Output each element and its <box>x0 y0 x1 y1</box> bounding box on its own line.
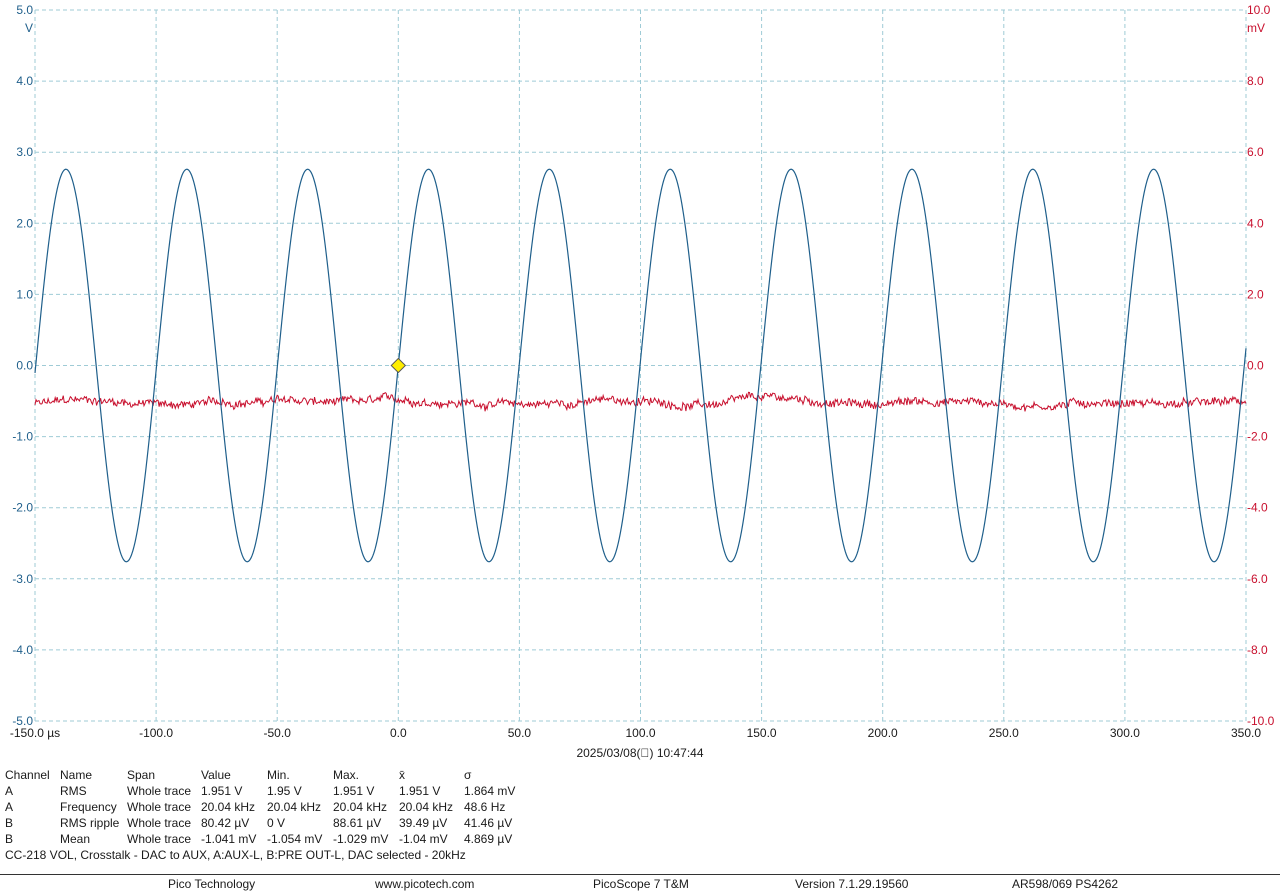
right-tick-label: -2.0 <box>1247 430 1268 444</box>
cell-span: Whole trace <box>127 784 192 798</box>
header-name: Name <box>60 768 93 782</box>
x-tick-label: 0.0 <box>390 726 407 740</box>
cell-max: -1.029 mV <box>333 832 389 846</box>
right-tick-label: 6.0 <box>1247 145 1264 159</box>
right-tick-label: 8.0 <box>1247 74 1264 88</box>
right-tick-label: 0.0 <box>1247 359 1264 373</box>
footer-company: Pico Technology <box>168 877 256 891</box>
cell-value: 1.951 V <box>201 784 243 798</box>
right-tick-label: -8.0 <box>1247 643 1268 657</box>
header-max: Max. <box>333 768 360 782</box>
cell-min: 20.04 kHz <box>267 800 322 814</box>
cell-value: 20.04 kHz <box>201 800 256 814</box>
right-tick-label: -4.0 <box>1247 501 1268 515</box>
header-mean: x̄ <box>399 768 405 782</box>
right-unit-label: mV <box>1247 21 1265 35</box>
cell-name: Mean <box>60 832 91 846</box>
cell-min: -1.054 mV <box>267 832 323 846</box>
header-min: Min. <box>267 768 290 782</box>
footer-product: PicoScope 7 T&M <box>593 877 689 891</box>
right-tick-label: 2.0 <box>1247 287 1264 301</box>
header-sigma: σ <box>464 768 472 782</box>
cell-sigma: 48.6 Hz <box>464 800 506 814</box>
cell-channel: B <box>5 816 14 830</box>
cell-value: -1.041 mV <box>201 832 257 846</box>
cell-name: Frequency <box>60 800 117 814</box>
footer-website[interactable]: www.picotech.com <box>375 877 474 891</box>
right-tick-label: 4.0 <box>1247 216 1264 230</box>
left-tick-label: 2.0 <box>16 216 33 230</box>
footer-device: AR598/069 PS4262 <box>1012 877 1119 891</box>
cell-min: 1.95 V <box>267 784 302 798</box>
cell-mean: 39.49 µV <box>399 816 448 830</box>
cell-channel: A <box>5 784 14 798</box>
cell-name: RMS ripple <box>60 816 120 830</box>
x-tick-label: -50.0 <box>264 726 292 740</box>
left-unit-label: V <box>25 21 33 35</box>
footer-version: Version 7.1.29.19560 <box>795 877 909 891</box>
x-tick-label: -150.0 µs <box>10 726 60 740</box>
x-tick-label: 50.0 <box>508 726 532 740</box>
left-tick-label: 3.0 <box>16 145 33 159</box>
left-tick-label: 0.0 <box>16 359 33 373</box>
cell-span: Whole trace <box>127 832 192 846</box>
table-row[interactable]: A Frequency Whole trace 20.04 kHz 20.04 … <box>5 799 534 815</box>
x-tick-label: 100.0 <box>625 726 655 740</box>
table-row[interactable]: A RMS Whole trace 1.951 V 1.95 V 1.951 V… <box>5 783 534 799</box>
cell-sigma: 41.46 µV <box>464 816 513 830</box>
x-tick-label: -100.0 <box>139 726 173 740</box>
trigger-marker[interactable] <box>390 357 407 374</box>
x-tick-label: 250.0 <box>989 726 1019 740</box>
cell-channel: B <box>5 832 14 846</box>
left-tick-label: 4.0 <box>16 74 33 88</box>
x-tick-label: 150.0 <box>747 726 777 740</box>
cell-channel: A <box>5 800 14 814</box>
cell-mean: 20.04 kHz <box>399 800 454 814</box>
left-tick-label: -4.0 <box>12 643 33 657</box>
left-tick-label: 5.0 <box>16 3 33 17</box>
footer: Pico Technology www.picotech.com PicoSco… <box>0 874 1280 891</box>
measurements-header: Channel Name Span Value Min. Max. x̄ σ <box>5 767 534 783</box>
header-span: Span <box>127 768 156 782</box>
left-tick-label: -3.0 <box>12 572 33 586</box>
header-value: Value <box>201 768 231 782</box>
right-tick-label: 10.0 <box>1247 3 1271 17</box>
left-tick-label: -2.0 <box>12 501 33 515</box>
capture-caption: CC-218 VOL, Crosstalk - DAC to AUX, A:AU… <box>5 848 466 862</box>
x-axis: -150.0 µs -100.0 -50.0 0.0 50.0 100.0 150.0 200… <box>10 726 1261 740</box>
measurements-table: Channel Name Span Value Min. Max. x̄ σ A… <box>5 767 534 847</box>
right-tick-label: -6.0 <box>1247 572 1268 586</box>
cell-sigma: 4.869 µV <box>464 832 513 846</box>
cell-max: 20.04 kHz <box>333 800 388 814</box>
cell-mean: 1.951 V <box>399 784 441 798</box>
timestamp: 2025/03/08( ) 10:47:44 <box>576 746 704 760</box>
table-row[interactable]: B Mean Whole trace -1.041 mV -1.054 mV -… <box>5 831 534 847</box>
table-row[interactable]: B RMS ripple Whole trace 80.42 µV 0 V 88… <box>5 815 534 831</box>
cell-value: 80.42 µV <box>201 816 250 830</box>
x-tick-label: 300.0 <box>1110 726 1140 740</box>
cell-sigma: 1.864 mV <box>464 784 516 798</box>
header-channel: Channel <box>5 768 50 782</box>
x-tick-label: 200.0 <box>868 726 898 740</box>
cell-name: RMS <box>60 784 87 798</box>
cell-span: Whole trace <box>127 800 192 814</box>
x-tick-label: 350.0 <box>1231 726 1261 740</box>
right-axis: 10.08.06.04.02.00.0-2.0-4.0-6.0-8.0-10.0… <box>1247 3 1275 728</box>
left-tick-label: 1.0 <box>16 287 33 301</box>
cell-span: Whole trace <box>127 816 192 830</box>
scope-chart: 5.04.03.02.01.00.0-1.0-2.0-3.0-4.0-5.0V … <box>10 3 1275 740</box>
left-axis: 5.04.03.02.01.00.0-1.0-2.0-3.0-4.0-5.0V <box>12 3 33 728</box>
left-tick-label: -1.0 <box>12 430 33 444</box>
cell-max: 1.951 V <box>333 784 375 798</box>
cell-mean: -1.04 mV <box>399 832 448 846</box>
cell-max: 88.61 µV <box>333 816 382 830</box>
cell-min: 0 V <box>267 816 286 830</box>
